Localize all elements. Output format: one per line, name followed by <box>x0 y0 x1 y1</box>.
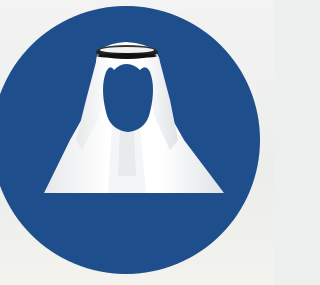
profile-avatar[interactable]: default-user-avatar-ghutra-icon <box>0 0 274 285</box>
default-user-avatar-icon <box>0 6 260 274</box>
page: default-user-avatar-ghutra-icon <box>0 0 274 285</box>
face-cutout <box>103 64 153 132</box>
